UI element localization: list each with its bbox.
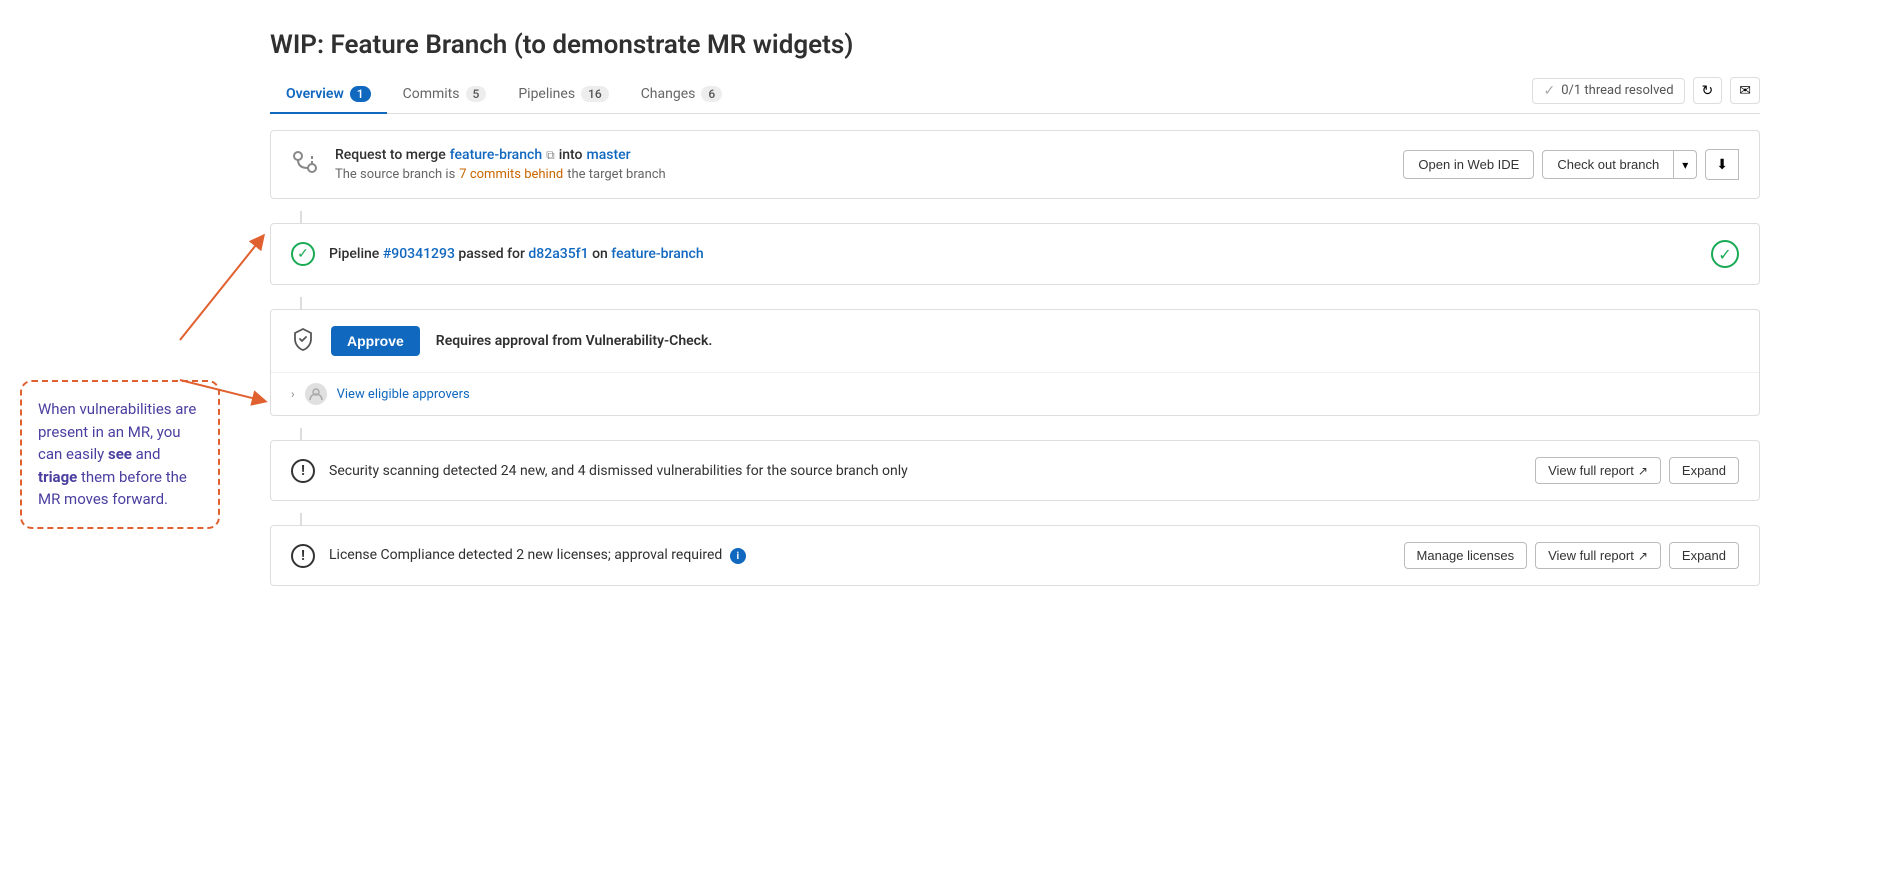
into-text: into xyxy=(559,147,583,163)
tab-commits[interactable]: Commits 5 xyxy=(387,76,503,114)
main-content: WIP: Feature Branch (to demonstrate MR w… xyxy=(240,20,1790,859)
description-text: The source branch is xyxy=(335,167,455,182)
open-web-ide-button[interactable]: Open in Web IDE xyxy=(1403,150,1534,179)
security-expand-button[interactable]: Expand xyxy=(1669,457,1739,484)
license-external-link-icon: ↗ xyxy=(1638,549,1648,563)
tab-commits-badge: 5 xyxy=(466,86,487,102)
security-view-report-button[interactable]: View full report ↗ xyxy=(1535,457,1661,484)
merge-request-card: Request to merge feature-branch ⧉ into m… xyxy=(270,130,1760,199)
annotation-triage: triage xyxy=(38,468,77,486)
manage-licenses-button[interactable]: Manage licenses xyxy=(1404,542,1528,569)
pipeline-label: Pipeline xyxy=(329,246,379,262)
commits-behind-link[interactable]: 7 commits behind xyxy=(459,167,563,182)
pipeline-status-icon: ✓ xyxy=(291,242,315,266)
source-branch-link[interactable]: feature-branch xyxy=(450,147,542,163)
pipeline-text: Pipeline #90341293 passed for d82a35f1 o… xyxy=(329,246,1697,262)
tab-pipelines-badge: 16 xyxy=(581,86,609,102)
tab-changes-badge: 6 xyxy=(701,86,722,102)
checkout-dropdown-button[interactable]: ▾ xyxy=(1674,150,1697,179)
license-card: ! License Compliance detected 2 new lice… xyxy=(270,525,1760,586)
download-button[interactable]: ⬇ xyxy=(1705,149,1739,180)
license-view-report-label: View full report xyxy=(1548,548,1634,563)
left-annotation: When vulnerabilities are present in an M… xyxy=(20,380,240,859)
license-view-report-button[interactable]: View full report ↗ xyxy=(1535,542,1661,569)
page-title: WIP: Feature Branch (to demonstrate MR w… xyxy=(270,30,1760,60)
pipeline-card-inner: ✓ Pipeline #90341293 passed for d82a35f1… xyxy=(271,224,1759,284)
comment-button[interactable]: ✉ xyxy=(1730,77,1760,104)
license-card-inner: ! License Compliance detected 2 new lice… xyxy=(271,526,1759,585)
security-card-actions: View full report ↗ Expand xyxy=(1535,457,1739,484)
tab-overview[interactable]: Overview 1 xyxy=(270,76,387,114)
license-expand-button[interactable]: Expand xyxy=(1669,542,1739,569)
cards-area: Request to merge feature-branch ⧉ into m… xyxy=(270,130,1760,598)
description-suffix: the target branch xyxy=(567,167,665,182)
tab-changes[interactable]: Changes 6 xyxy=(625,76,739,114)
merge-icon xyxy=(291,148,319,182)
checkout-button-group: Check out branch ▾ xyxy=(1542,150,1697,179)
annotation-see: see xyxy=(108,445,132,463)
tabs-right: ✓ 0/1 thread resolved ↻ ✉ xyxy=(1532,77,1760,112)
tab-commits-label: Commits xyxy=(403,86,460,102)
license-info-icon[interactable]: i xyxy=(730,548,746,564)
tab-overview-label: Overview xyxy=(286,86,344,102)
security-card-inner: ! Security scanning detected 24 new, and… xyxy=(271,441,1759,500)
approvers-row: › View eligible approvers xyxy=(271,372,1759,415)
license-text-content: License Compliance detected 2 new licens… xyxy=(329,547,722,563)
tab-overview-badge: 1 xyxy=(350,86,371,102)
connector-4 xyxy=(300,513,302,525)
license-text: License Compliance detected 2 new licens… xyxy=(329,547,1390,565)
approval-card: Approve Requires approval from Vulnerabi… xyxy=(270,309,1760,416)
pipeline-check-right-icon: ✓ xyxy=(1711,240,1739,268)
pipeline-id-link[interactable]: #90341293 xyxy=(383,246,455,262)
merge-info: Request to merge feature-branch ⧉ into m… xyxy=(335,147,1387,182)
pipeline-card: ✓ Pipeline #90341293 passed for d82a35f1… xyxy=(270,223,1760,285)
thread-resolved-check-icon: ✓ xyxy=(1543,83,1555,99)
merge-line2: The source branch is 7 commits behind th… xyxy=(335,167,1387,182)
tabs-left: Overview 1 Commits 5 Pipelines 16 Change… xyxy=(270,76,738,113)
license-card-actions: Manage licenses View full report ↗ Expan… xyxy=(1404,542,1739,569)
approval-text: Requires approval from Vulnerability-Che… xyxy=(436,333,713,349)
tab-changes-label: Changes xyxy=(641,86,696,102)
pipeline-commit-link[interactable]: d82a35f1 xyxy=(528,246,588,262)
merge-line1: Request to merge feature-branch ⧉ into m… xyxy=(335,147,1387,163)
request-to-merge-text: Request to merge xyxy=(335,147,446,163)
annotation-text: When vulnerabilities are present in an M… xyxy=(38,400,196,508)
pipeline-branch-link[interactable]: feature-branch xyxy=(611,246,703,262)
license-warning-icon: ! xyxy=(291,544,315,568)
pipeline-on-text: on xyxy=(592,246,608,262)
tab-pipelines[interactable]: Pipelines 16 xyxy=(502,76,624,114)
tabs-bar: Overview 1 Commits 5 Pipelines 16 Change… xyxy=(270,76,1760,114)
security-text: Security scanning detected 24 new, and 4… xyxy=(329,463,1521,479)
thread-resolved-text: 0/1 thread resolved xyxy=(1561,83,1673,98)
security-external-link-icon: ↗ xyxy=(1638,464,1648,478)
refresh-button[interactable]: ↻ xyxy=(1693,77,1723,104)
tab-pipelines-label: Pipelines xyxy=(518,86,575,102)
annotation-arrows xyxy=(180,300,380,500)
pipeline-passed-text: passed for xyxy=(458,246,525,262)
security-view-report-label: View full report xyxy=(1548,463,1634,478)
connector-1 xyxy=(300,211,302,223)
copy-branch-icon[interactable]: ⧉ xyxy=(546,148,555,163)
approval-card-inner: Approve Requires approval from Vulnerabi… xyxy=(271,310,1759,372)
merge-request-card-inner: Request to merge feature-branch ⧉ into m… xyxy=(271,131,1759,198)
merge-actions: Open in Web IDE Check out branch ▾ ⬇ xyxy=(1403,149,1739,180)
security-card: ! Security scanning detected 24 new, and… xyxy=(270,440,1760,501)
thread-resolved: ✓ 0/1 thread resolved xyxy=(1532,78,1684,104)
checkout-branch-button[interactable]: Check out branch xyxy=(1542,150,1674,179)
target-branch-link[interactable]: master xyxy=(587,147,631,163)
